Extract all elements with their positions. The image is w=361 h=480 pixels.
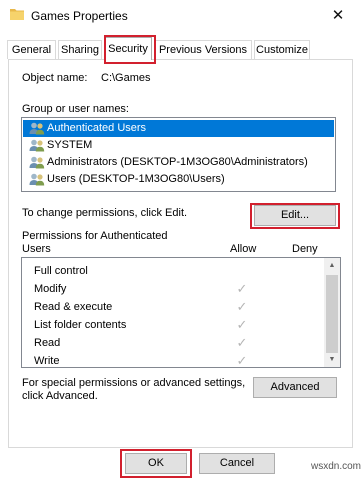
- list-item-administrators[interactable]: Administrators (DESKTOP-1M3OG80\Administ…: [23, 154, 308, 171]
- user-name: SYSTEM: [47, 139, 93, 151]
- special-permissions-text: For special permissions or advanced sett…: [22, 377, 246, 389]
- user-name: Users (DESKTOP-1M3OG80\Users): [47, 173, 225, 185]
- user-name: Administrators (DESKTOP-1M3OG80\Administ…: [47, 156, 308, 168]
- advanced-button[interactable]: Advanced: [253, 377, 337, 398]
- window-title: Games Properties: [31, 9, 128, 23]
- cancel-button[interactable]: Cancel: [199, 453, 275, 474]
- users-icon: [29, 156, 45, 169]
- allow-header: Allow: [230, 243, 257, 255]
- object-name-label: Object name:: [22, 72, 88, 84]
- users-icon: [29, 139, 45, 152]
- change-permissions-text: To change permissions, click Edit.: [22, 207, 188, 219]
- permission-modify: Modify: [34, 283, 67, 295]
- scroll-up-icon[interactable]: ▲: [324, 259, 340, 273]
- watermark: wsxdn.com: [311, 461, 361, 472]
- permission-read: Read: [34, 337, 61, 349]
- list-item-authenticated-users[interactable]: Authenticated Users: [23, 120, 334, 137]
- title-bar: Games Properties ✕: [0, 0, 361, 34]
- tab-security[interactable]: Security: [104, 37, 152, 60]
- permission-read-execute: Read & execute: [34, 301, 113, 313]
- scroll-down-icon[interactable]: ▼: [324, 353, 340, 367]
- allow-check-icon: ✓: [236, 299, 248, 314]
- permissions-list[interactable]: Full control Modify ✓ Read & execute ✓ L…: [21, 257, 341, 368]
- permissions-label-user: Users: [22, 243, 51, 255]
- object-name-value: C:\Games: [101, 72, 151, 84]
- folder-icon: [10, 9, 24, 20]
- permissions-scrollbar[interactable]: ▲ ▼: [324, 258, 340, 367]
- close-button[interactable]: ✕: [326, 6, 350, 26]
- special-permissions-text-2: click Advanced.: [22, 390, 98, 402]
- user-name: Authenticated Users: [47, 122, 147, 134]
- tab-previous-versions[interactable]: Previous Versions: [154, 40, 252, 59]
- allow-check-icon: ✓: [236, 317, 248, 332]
- edit-button[interactable]: Edit...: [254, 205, 336, 226]
- permission-full-control: Full control: [34, 265, 88, 277]
- tab-strip: General Sharing Security Previous Versio…: [7, 37, 353, 60]
- tab-sharing[interactable]: Sharing: [58, 40, 102, 59]
- users-icon: [29, 122, 45, 135]
- list-item-users[interactable]: Users (DESKTOP-1M3OG80\Users): [23, 171, 225, 188]
- allow-check-icon: ✓: [236, 281, 248, 296]
- tab-general[interactable]: General: [7, 40, 56, 59]
- list-item-system[interactable]: SYSTEM: [23, 137, 92, 154]
- permission-list-folder-contents: List folder contents: [34, 319, 127, 331]
- user-list[interactable]: Authenticated Users SYSTEM Administrator…: [21, 117, 336, 192]
- allow-check-icon: ✓: [236, 335, 248, 350]
- permission-write: Write: [34, 355, 60, 367]
- group-names-label: Group or user names:: [22, 103, 129, 115]
- users-icon: [29, 173, 45, 186]
- ok-button[interactable]: OK: [125, 453, 187, 474]
- tab-customize[interactable]: Customize: [254, 40, 310, 59]
- allow-check-icon: ✓: [236, 353, 248, 368]
- deny-header: Deny: [292, 243, 318, 255]
- scroll-thumb[interactable]: [326, 275, 338, 353]
- permissions-label: Permissions for Authenticated: [22, 230, 168, 242]
